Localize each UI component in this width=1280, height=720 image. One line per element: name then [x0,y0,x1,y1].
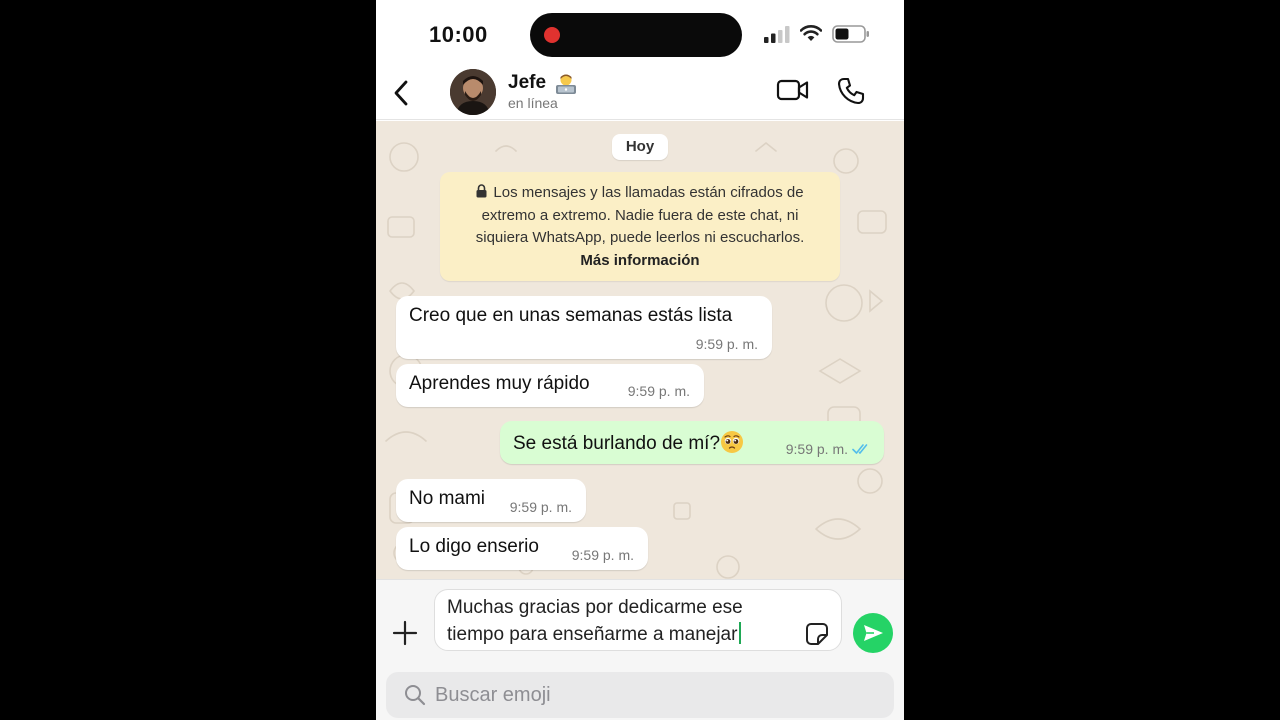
incoming-message[interactable]: No mami 9:59 p. m. [396,479,586,522]
message-text: Aprendes muy rápido [409,373,590,394]
incoming-message[interactable]: Aprendes muy rápido 9:59 p. m. [396,364,704,407]
message-time: 9:59 p. m. [695,336,758,352]
message-text: Lo digo enserio [409,536,539,557]
back-button[interactable] [390,78,412,108]
encryption-notice-line: extremo a extremo. Nadie fuera de este c… [481,206,799,224]
message-text: Creo que en unas semanas estás lista [409,305,733,326]
more-info-link[interactable]: Más información [440,250,840,273]
pleading-face-emoji-icon [721,431,744,453]
incoming-message[interactable]: Lo digo enserio 9:59 p. m. [396,527,648,570]
contact-name[interactable]: Jefe [508,72,546,94]
text-cursor [739,622,742,644]
status-time: 10:00 [429,22,488,47]
message-meta: 9:59 p. m. [786,441,872,457]
chat-header: Jefe en línea [376,68,904,120]
message-composer: Muchas gracias por dedicarme ese tiempo … [376,579,904,660]
sticker-button[interactable] [804,621,830,647]
send-button[interactable] [853,613,893,653]
technologist-emoji-icon [556,74,576,94]
encryption-notice-line: siquiera WhatsApp, puede leerlos ni escu… [475,229,805,246]
incoming-message[interactable]: Creo que en unas semanas estás lista 9:5… [396,296,772,359]
outgoing-message[interactable]: Se está burlando de mí? 9:59 p. m. [500,421,884,464]
status-bar: 10:00 [376,0,904,68]
message-time: 9:59 p. m. [627,383,690,399]
phone-screen: 10:00 Jefe en línea Hoy Los mensajes y l… [376,0,904,720]
double-check-read-icon [852,444,868,454]
message-text: Se está burlando de mí? [513,430,744,455]
message-input[interactable]: Muchas gracias por dedicarme ese tiempo … [434,589,842,651]
encryption-notice[interactable]: Los mensajes y las llamadas están cifrad… [440,172,840,281]
add-attachment-button[interactable] [392,620,418,646]
chat-messages-area[interactable]: Hoy Los mensajes y las llamadas están ci… [376,121,904,579]
message-text: No mami [409,488,486,509]
recording-indicator-icon [544,27,560,43]
emoji-keyboard-bar: Buscar emoji [376,660,904,720]
wifi-icon [800,25,822,41]
contact-status: en línea [508,95,558,111]
emoji-search-placeholder: Buscar emoji [435,684,551,706]
message-time: 9:59 p. m. [785,441,848,457]
battery-icon [832,25,869,43]
avatar-photo [450,69,496,115]
encryption-notice-line: Los mensajes y las llamadas están cifrad… [440,182,840,205]
message-time: 9:59 p. m. [509,499,572,515]
message-time: 9:59 p. m. [571,547,634,563]
cellular-signal-icon [764,26,790,43]
dynamic-island [530,13,742,57]
send-icon [864,625,883,641]
video-call-button[interactable] [776,77,810,103]
date-separator: Hoy [612,134,668,160]
search-icon [405,685,426,706]
lock-icon [476,184,487,198]
contact-avatar[interactable] [450,69,496,115]
emoji-search-field[interactable]: Buscar emoji [386,672,894,718]
message-input-text: Muchas gracias por dedicarme ese tiempo … [447,597,743,645]
voice-call-button[interactable] [836,76,866,106]
